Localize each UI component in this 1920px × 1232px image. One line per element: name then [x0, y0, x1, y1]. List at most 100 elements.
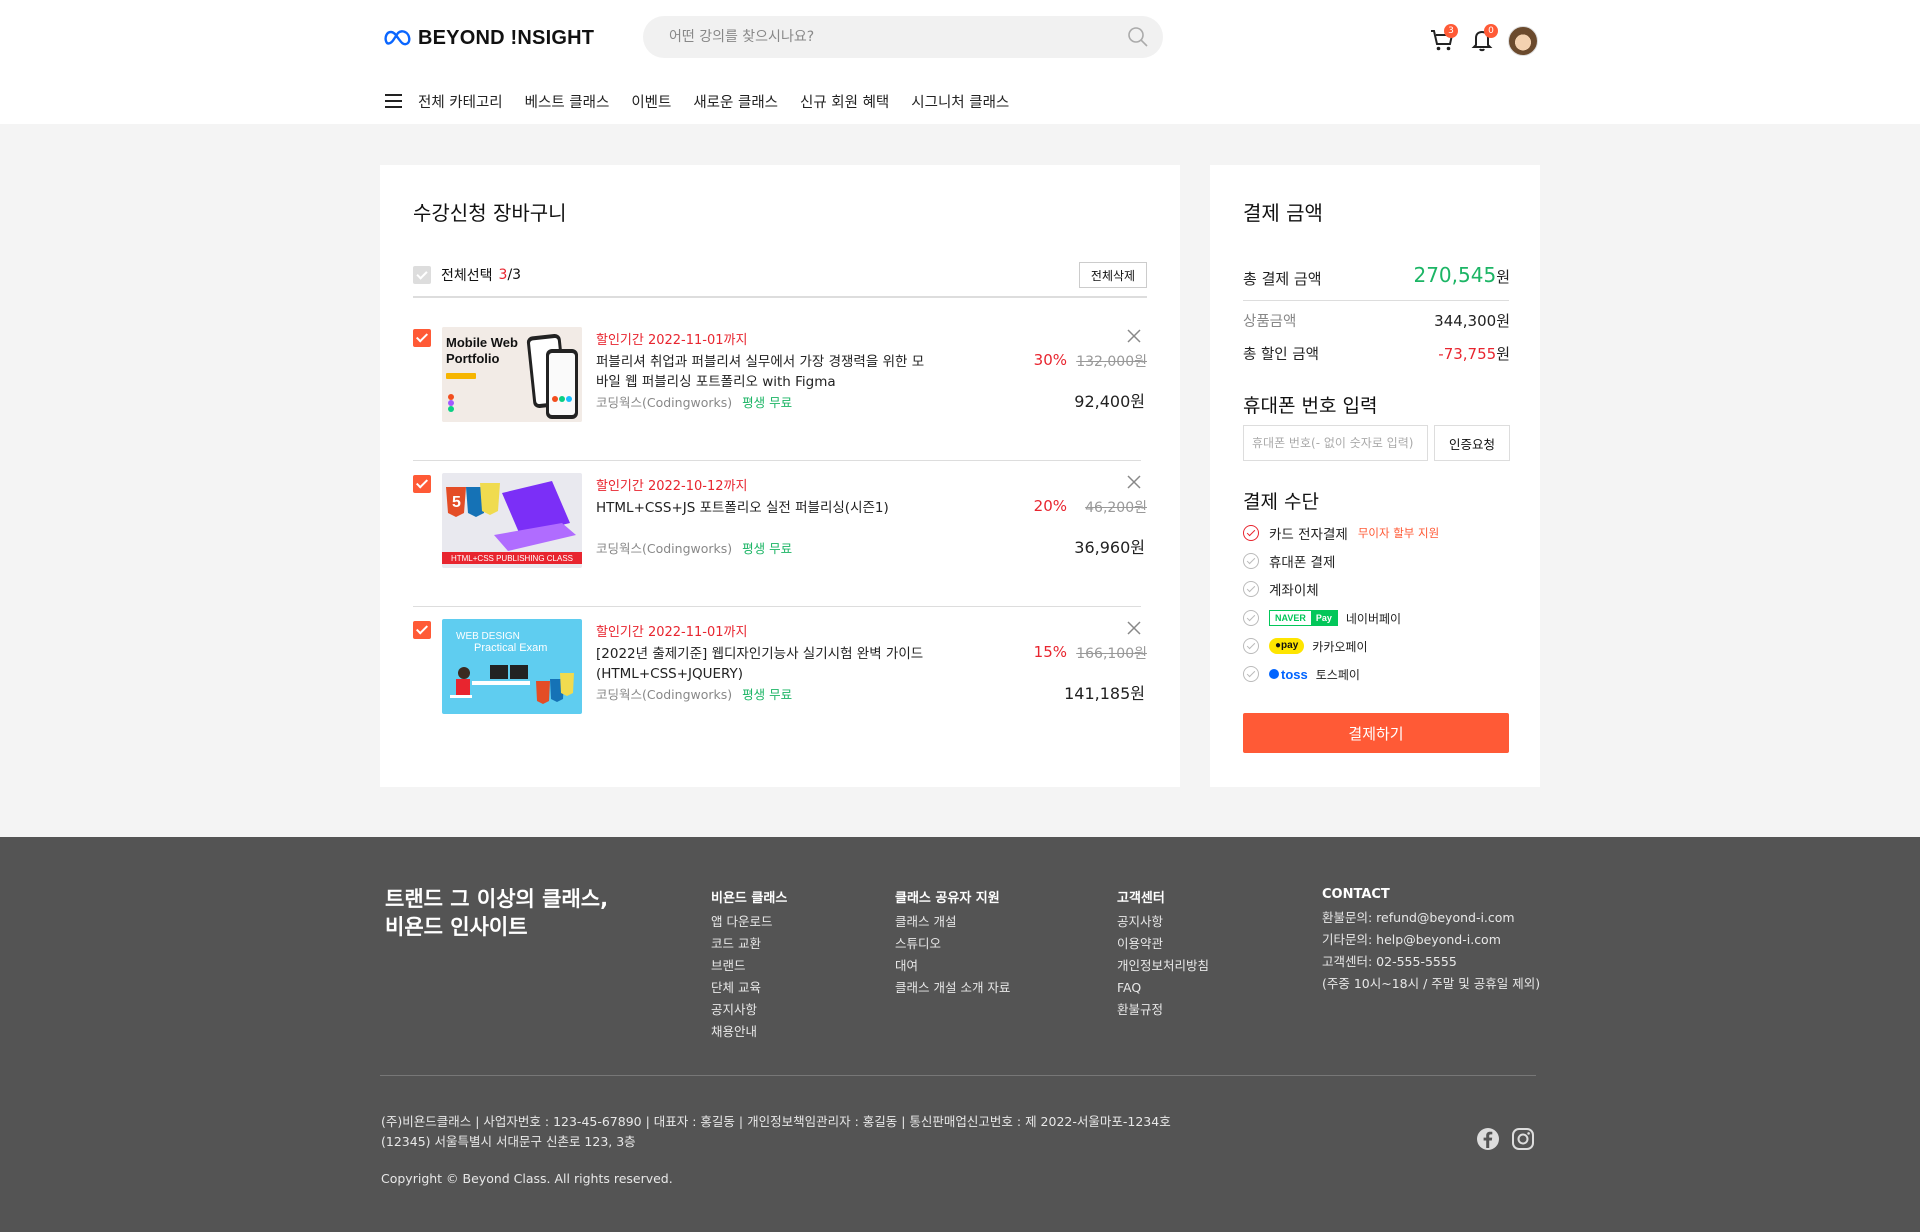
course-title[interactable]: HTML+CSS+JS 포트폴리오 실전 퍼블리싱(시즌1)	[596, 498, 936, 518]
discount-period: 할인기간 2022-11-01까지	[596, 625, 748, 640]
cart-button[interactable]: 3	[1428, 24, 1458, 54]
facebook-icon[interactable]	[1476, 1127, 1500, 1151]
nav-new-class[interactable]: 새로운 클래스	[693, 91, 778, 112]
instagram-icon[interactable]	[1511, 1127, 1535, 1151]
footer-link[interactable]: 대여	[895, 955, 1010, 977]
currency-unit: 원	[1496, 268, 1510, 286]
method-label: 계좌이체	[1269, 583, 1319, 599]
logo[interactable]: BEYOND !NSIGHT	[384, 24, 594, 52]
footer-col-contact: CONTACT 환불문의: refund@beyond-i.com 기타문의: …	[1322, 887, 1540, 995]
instructor: 코딩웍스(Codingworks)	[596, 687, 733, 702]
radio-selected-icon[interactable]	[1243, 525, 1259, 541]
course-title[interactable]: 퍼블리셔 취업과 퍼블리셔 실무에서 가장 경쟁력을 위한 모바일 웹 퍼블리싱…	[596, 352, 936, 392]
footer-link[interactable]: 클래스 개설 소개 자료	[895, 977, 1010, 999]
nav-all-categories[interactable]: 전체 카테고리	[418, 91, 503, 112]
footer-link[interactable]: 클래스 개설	[895, 911, 1010, 933]
footer-link[interactable]: 공지사항	[1117, 911, 1209, 933]
remove-item-icon[interactable]	[1127, 329, 1141, 343]
method-label: 토스페이	[1315, 667, 1360, 682]
footer-divider	[380, 1075, 1536, 1076]
phone-input[interactable]	[1243, 425, 1428, 461]
instructor: 코딩웍스(Codingworks)	[596, 541, 733, 556]
method-kakaopay[interactable]: ●pay 카카오페이	[1243, 636, 1367, 656]
course-thumbnail[interactable]: 5 HTML+CSS PUBLISHING CLASS	[442, 473, 582, 568]
nav-signature-class[interactable]: 시그니처 클래스	[911, 91, 1009, 112]
footer-link[interactable]: FAQ	[1117, 977, 1209, 999]
footer-link[interactable]: 스튜디오	[895, 933, 1010, 955]
footer-link[interactable]: 코드 교환	[711, 933, 787, 955]
discount-rate: 20%	[1033, 497, 1067, 515]
footer-link[interactable]: 개인정보처리방침	[1117, 955, 1209, 977]
method-bank-transfer[interactable]: 계좌이체	[1243, 579, 1319, 599]
radio-icon[interactable]	[1243, 666, 1259, 682]
notification-button[interactable]: 0	[1468, 24, 1498, 54]
site-footer: 트랜드 그 이상의 클래스, 비욘드 인사이트 비욘드 클래스 앱 다운로드 코…	[0, 837, 1920, 1232]
course-thumbnail[interactable]: WEB DESIGN Practical Exam	[442, 619, 582, 714]
instructor: 코딩웍스(Codingworks)	[596, 395, 733, 410]
nav-best-class[interactable]: 베스트 클래스	[525, 91, 610, 112]
item-checkbox[interactable]	[413, 329, 431, 347]
logo-text: BEYOND !NSIGHT	[418, 26, 595, 49]
access-period: 평생 무료	[742, 541, 793, 556]
original-price: 46,200원	[1085, 500, 1147, 516]
footer-link[interactable]: 공지사항	[711, 999, 787, 1021]
footer-link[interactable]: 브랜드	[711, 955, 787, 977]
payment-method-title: 결제 수단	[1243, 491, 1319, 513]
item-checkbox[interactable]	[413, 621, 431, 639]
radio-icon[interactable]	[1243, 610, 1259, 626]
course-title[interactable]: [2022년 출제기준] 웹디자인기능사 실기시험 완벽 가이드(HTML+CS…	[596, 644, 936, 684]
footer-col-customer-center: 고객센터 공지사항 이용약관 개인정보처리방침 FAQ 환불규정	[1117, 887, 1209, 1021]
total-amount: 270,545원	[1413, 263, 1510, 287]
method-phone[interactable]: 휴대폰 결제	[1243, 551, 1335, 571]
cart-count-badge: 3	[1444, 24, 1458, 38]
product-amount-label: 상품금액	[1243, 314, 1297, 330]
total-label: 총 결제 금액	[1243, 270, 1322, 288]
remove-item-icon[interactable]	[1127, 621, 1141, 635]
company-address: (12345) 서울특별시 서대문구 신촌로 123, 3층	[381, 1134, 636, 1149]
divider	[1243, 300, 1509, 301]
method-tosspay[interactable]: toss 토스페이	[1243, 664, 1360, 684]
menu-icon[interactable]	[384, 93, 404, 109]
footer-link[interactable]: 이용약관	[1117, 933, 1209, 955]
remove-item-icon[interactable]	[1127, 475, 1141, 489]
method-naverpay[interactable]: NAVER Pay 네이버페이	[1243, 608, 1401, 628]
select-all[interactable]: 전체선택 3 /3	[413, 265, 521, 285]
search-input[interactable]	[669, 16, 1109, 58]
phone-section-title: 휴대폰 번호 입력	[1243, 395, 1378, 417]
discount-period: 할인기간 2022-11-01까지	[596, 333, 748, 348]
avatar[interactable]	[1508, 26, 1538, 56]
footer-link[interactable]: 채용안내	[711, 1021, 787, 1043]
course-thumbnail[interactable]: Mobile Web Portfolio	[442, 327, 582, 422]
cart-item: WEB DESIGN Practical Exam 할인기간 2022-11-0…	[413, 607, 1147, 753]
svg-text:WEB DESIGN: WEB DESIGN	[456, 631, 520, 642]
product-amount: 344,300원	[1434, 312, 1510, 330]
discount-amount: -73,755원	[1438, 345, 1510, 363]
footer-link[interactable]: 단체 교육	[711, 977, 787, 999]
toss-logo-icon: toss	[1269, 667, 1308, 682]
company-info: (주)비욘드클래스 | 사업자번호 : 123-45-67890 | 대표자 :…	[381, 1112, 1171, 1152]
search-icon[interactable]	[1127, 26, 1149, 48]
method-card[interactable]: 카드 전자결제 무이자 할부 지원	[1243, 523, 1439, 543]
radio-icon[interactable]	[1243, 553, 1259, 569]
thumbnail-image: Mobile Web Portfolio	[442, 327, 582, 422]
footer-link[interactable]: 환불규정	[1117, 999, 1209, 1021]
method-label: 카카오페이	[1312, 639, 1368, 654]
svg-text:Portfolio: Portfolio	[446, 351, 499, 366]
request-auth-button[interactable]: 인증요청	[1434, 425, 1510, 461]
sale-price: 141,185원	[1064, 684, 1145, 703]
nav-events[interactable]: 이벤트	[631, 91, 671, 112]
discount-value: -73,755	[1438, 345, 1497, 363]
delete-all-button[interactable]: 전체삭제	[1079, 262, 1147, 288]
original-price: 132,000원	[1076, 354, 1147, 370]
checkout-button[interactable]: 결제하기	[1243, 713, 1509, 753]
original-price: 166,100원	[1076, 646, 1147, 662]
discount-rate: 15%	[1033, 643, 1067, 661]
radio-icon[interactable]	[1243, 581, 1259, 597]
footer-link[interactable]: 앱 다운로드	[711, 911, 787, 933]
thumb-title: Mobile Web	[446, 335, 518, 350]
nav-new-member-benefits[interactable]: 신규 회원 혜택	[800, 91, 889, 112]
discount-period: 할인기간 2022-10-12까지	[596, 479, 748, 494]
radio-icon[interactable]	[1243, 638, 1259, 654]
item-checkbox[interactable]	[413, 475, 431, 493]
select-all-checkbox[interactable]	[413, 266, 431, 284]
